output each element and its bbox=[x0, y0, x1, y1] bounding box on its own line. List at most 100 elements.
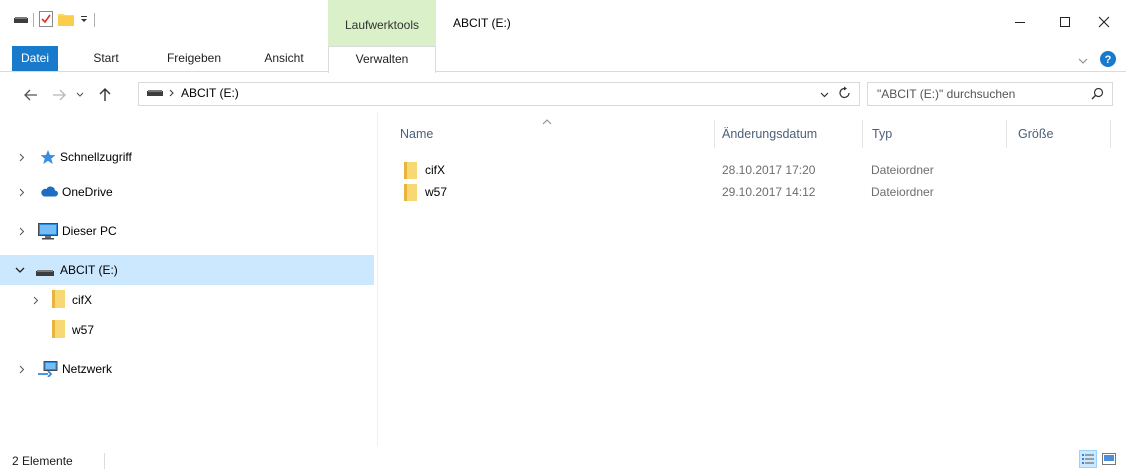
drive-icon bbox=[147, 86, 163, 100]
column-divider[interactable] bbox=[1110, 120, 1111, 148]
tab-verwalten[interactable]: Verwalten bbox=[328, 46, 436, 73]
address-row: ABCIT (E:) bbox=[0, 80, 1126, 110]
chevron-right-icon[interactable] bbox=[16, 186, 28, 198]
chevron-down-icon bbox=[76, 92, 84, 97]
nav-item-label: OneDrive bbox=[62, 185, 113, 199]
arrow-up-icon bbox=[99, 88, 111, 101]
search-icon[interactable] bbox=[1091, 87, 1104, 103]
chevron-right-icon[interactable] bbox=[16, 363, 28, 375]
chevron-down-icon bbox=[1078, 58, 1088, 64]
minimize-button[interactable] bbox=[1000, 8, 1040, 36]
address-history-button[interactable] bbox=[820, 87, 829, 101]
pane-splitter[interactable] bbox=[377, 112, 378, 446]
large-icons-view-icon bbox=[1102, 453, 1116, 465]
recent-locations-button[interactable] bbox=[72, 85, 88, 105]
window-title: ABCIT (E:) bbox=[453, 16, 511, 30]
chevron-right-icon[interactable] bbox=[16, 225, 28, 237]
column-header-size[interactable]: Größe bbox=[1018, 120, 1053, 148]
nav-item-label: cifX bbox=[72, 293, 93, 307]
large-icons-view-button[interactable] bbox=[1100, 450, 1118, 468]
close-icon bbox=[1098, 16, 1110, 28]
network-icon bbox=[38, 361, 58, 380]
column-divider[interactable] bbox=[714, 120, 715, 148]
nav-item-netzwerk[interactable]: Netzwerk bbox=[0, 354, 374, 384]
column-divider[interactable] bbox=[862, 120, 863, 148]
folder-icon bbox=[52, 290, 66, 311]
view-switcher bbox=[1079, 450, 1118, 468]
forward-button[interactable] bbox=[48, 85, 70, 105]
file-date: 28.10.2017 17:20 bbox=[722, 163, 816, 177]
nav-item-label: Dieser PC bbox=[62, 224, 117, 238]
nav-item-w57[interactable]: w57 bbox=[0, 315, 374, 345]
tab-freigeben[interactable]: Freigeben bbox=[154, 46, 234, 71]
file-type: Dateiordner bbox=[871, 163, 934, 177]
folder-icon bbox=[52, 320, 66, 341]
breadcrumb: ABCIT (E:) bbox=[147, 86, 239, 100]
tab-start[interactable]: Start bbox=[84, 46, 128, 71]
file-date: 29.10.2017 14:12 bbox=[722, 185, 816, 199]
item-count: 2 Elemente bbox=[12, 454, 73, 468]
ribbon-controls: ? bbox=[1078, 51, 1116, 70]
tab-ansicht[interactable]: Ansicht bbox=[252, 46, 316, 71]
sort-ascending-icon bbox=[542, 114, 552, 128]
help-icon: ? bbox=[1100, 51, 1116, 67]
drive-icon[interactable] bbox=[14, 13, 28, 27]
nav-item-schnellzugriff[interactable]: Schnellzugriff bbox=[0, 142, 374, 172]
close-button[interactable] bbox=[1084, 8, 1124, 36]
new-folder-icon[interactable] bbox=[58, 12, 74, 29]
search-input[interactable] bbox=[868, 83, 1078, 105]
nav-item-cifx[interactable]: cifX bbox=[0, 285, 374, 315]
expand-ribbon-button[interactable] bbox=[1078, 54, 1088, 68]
nav-item-label: Schnellzugriff bbox=[60, 150, 132, 164]
back-button[interactable] bbox=[20, 85, 42, 105]
refresh-icon bbox=[839, 86, 850, 99]
qat-divider bbox=[33, 13, 34, 27]
chevron-right-icon[interactable] bbox=[16, 151, 28, 163]
nav-item-label: w57 bbox=[72, 323, 95, 337]
star-icon bbox=[40, 149, 56, 168]
nav-item-dieser-pc[interactable]: Dieser PC bbox=[0, 216, 374, 246]
details-view-icon bbox=[1082, 454, 1094, 464]
refresh-button[interactable] bbox=[839, 86, 851, 102]
status-divider bbox=[104, 453, 105, 469]
help-button[interactable]: ? bbox=[1100, 51, 1116, 70]
file-list: Name Änderungsdatum Typ Größe cifX 28.10… bbox=[380, 112, 1126, 446]
ribbon-tabs: Datei Start Freigeben Ansicht Verwalten … bbox=[0, 46, 1126, 73]
nav-item-abcit-drive[interactable]: ABCIT (E:) bbox=[0, 255, 374, 285]
file-row[interactable]: w57 29.10.2017 14:12 Dateiordner bbox=[398, 182, 1098, 202]
drive-icon bbox=[36, 266, 54, 280]
chevron-right-icon[interactable] bbox=[30, 294, 42, 306]
column-header-date[interactable]: Änderungsdatum bbox=[722, 120, 817, 148]
search-box bbox=[867, 82, 1113, 106]
status-bar: 2 Elemente bbox=[0, 448, 1126, 472]
column-divider[interactable] bbox=[1006, 120, 1007, 148]
address-bar[interactable]: ABCIT (E:) bbox=[138, 82, 860, 106]
file-type: Dateiordner bbox=[871, 185, 934, 199]
cloud-icon bbox=[40, 186, 58, 200]
maximize-button[interactable] bbox=[1045, 8, 1085, 36]
tab-datei[interactable]: Datei bbox=[12, 46, 58, 71]
column-header-type[interactable]: Typ bbox=[872, 120, 892, 148]
breadcrumb-separator-icon[interactable] bbox=[169, 86, 175, 100]
column-header-name[interactable]: Name bbox=[400, 120, 433, 148]
navigation-pane: Schnellzugriff OneDrive Dieser PC ABCIT … bbox=[0, 122, 378, 444]
file-name: cifX bbox=[425, 163, 446, 177]
chevron-down-icon[interactable] bbox=[14, 264, 26, 276]
nav-item-label: ABCIT (E:) bbox=[60, 263, 118, 277]
arrow-left-icon bbox=[24, 89, 37, 101]
arrow-right-icon bbox=[53, 89, 66, 101]
details-view-button[interactable] bbox=[1079, 450, 1097, 468]
quick-access-toolbar bbox=[14, 10, 95, 30]
nav-item-label: Netzwerk bbox=[62, 362, 113, 376]
title-bar: Laufwerktools ABCIT (E:) bbox=[0, 0, 1126, 46]
file-row[interactable]: cifX 28.10.2017 17:20 Dateiordner bbox=[398, 160, 1098, 180]
customize-qat-icon[interactable] bbox=[79, 13, 89, 27]
address-tools bbox=[820, 86, 851, 102]
chevron-down-icon bbox=[820, 92, 829, 98]
properties-icon[interactable] bbox=[39, 10, 53, 30]
up-button[interactable] bbox=[94, 85, 116, 105]
breadcrumb-drive[interactable]: ABCIT (E:) bbox=[181, 86, 239, 100]
folder-icon bbox=[404, 162, 418, 182]
qat-divider bbox=[94, 13, 95, 27]
nav-item-onedrive[interactable]: OneDrive bbox=[0, 177, 374, 207]
